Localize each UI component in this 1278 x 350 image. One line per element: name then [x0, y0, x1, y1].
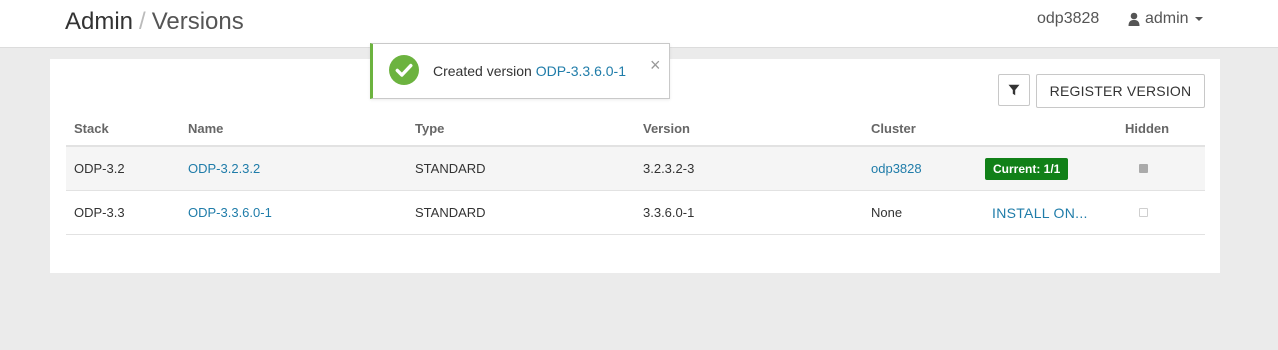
hidden-cell: [1125, 191, 1148, 234]
table-row: ODP-3.2 ODP-3.2.3.2 STANDARD 3.2.3.2-3 o…: [66, 147, 1205, 191]
status-cell: Current: 1/1: [985, 147, 1069, 190]
register-version-button[interactable]: REGISTER VERSION: [1036, 74, 1205, 108]
breadcrumb-separator: /: [139, 8, 146, 35]
filter-button[interactable]: [998, 74, 1030, 106]
chevron-down-icon: [1194, 17, 1203, 21]
toast-message-text: Created version: [433, 63, 532, 79]
column-header-stack[interactable]: Stack: [74, 111, 109, 145]
success-toast: Created version ODP-3.3.6.0-1 ×: [370, 43, 670, 99]
version-cell: 3.3.6.0-1: [643, 205, 695, 220]
cluster-name: odp3828: [1037, 10, 1100, 27]
cluster-cell: None: [871, 205, 903, 220]
check-circle-icon: [389, 55, 419, 85]
hidden-checkbox[interactable]: [1139, 164, 1148, 173]
breadcrumb: Admin / Versions: [65, 8, 244, 36]
column-header-version[interactable]: Version: [643, 111, 690, 145]
column-header-cluster[interactable]: Cluster: [871, 111, 916, 145]
top-bar: Admin / Versions odp3828 admin: [0, 0, 1278, 48]
versions-table: Stack Name Type Version Cluster Hidden O…: [66, 111, 1205, 235]
install-on-button[interactable]: INSTALL ON...: [992, 205, 1088, 221]
user-name: admin: [1145, 10, 1189, 27]
cluster-link[interactable]: odp3828: [871, 147, 922, 190]
stack-cell: ODP-3.2: [74, 161, 125, 176]
filter-icon: [1008, 84, 1020, 96]
type-cell: STANDARD: [415, 161, 486, 176]
type-cell: STANDARD: [415, 205, 486, 220]
breadcrumb-admin-link[interactable]: Admin: [65, 8, 133, 35]
version-cell: 3.2.3.2-3: [643, 161, 695, 176]
toast-version-link[interactable]: ODP-3.3.6.0-1: [536, 63, 626, 79]
toast-message: Created version ODP-3.3.6.0-1: [433, 63, 626, 79]
user-menu-dropdown[interactable]: admin: [1128, 10, 1203, 28]
close-icon[interactable]: ×: [650, 56, 661, 74]
user-icon: [1128, 12, 1140, 26]
column-header-name[interactable]: Name: [188, 111, 223, 145]
page-title: Versions: [151, 8, 244, 35]
table-header-row: Stack Name Type Version Cluster Hidden: [66, 111, 1205, 147]
stack-cell: ODP-3.3: [74, 205, 125, 220]
column-header-type[interactable]: Type: [415, 111, 444, 145]
current-status-badge[interactable]: Current: 1/1: [985, 157, 1069, 180]
hidden-cell: [1125, 147, 1148, 190]
table-row: ODP-3.3 ODP-3.3.6.0-1 STANDARD 3.3.6.0-1…: [66, 191, 1205, 235]
column-header-hidden[interactable]: Hidden: [1125, 111, 1169, 145]
action-cell: INSTALL ON...: [985, 191, 1088, 234]
hidden-checkbox[interactable]: [1139, 208, 1148, 217]
version-name-link[interactable]: ODP-3.2.3.2: [188, 147, 260, 190]
version-name-link[interactable]: ODP-3.3.6.0-1: [188, 191, 272, 234]
